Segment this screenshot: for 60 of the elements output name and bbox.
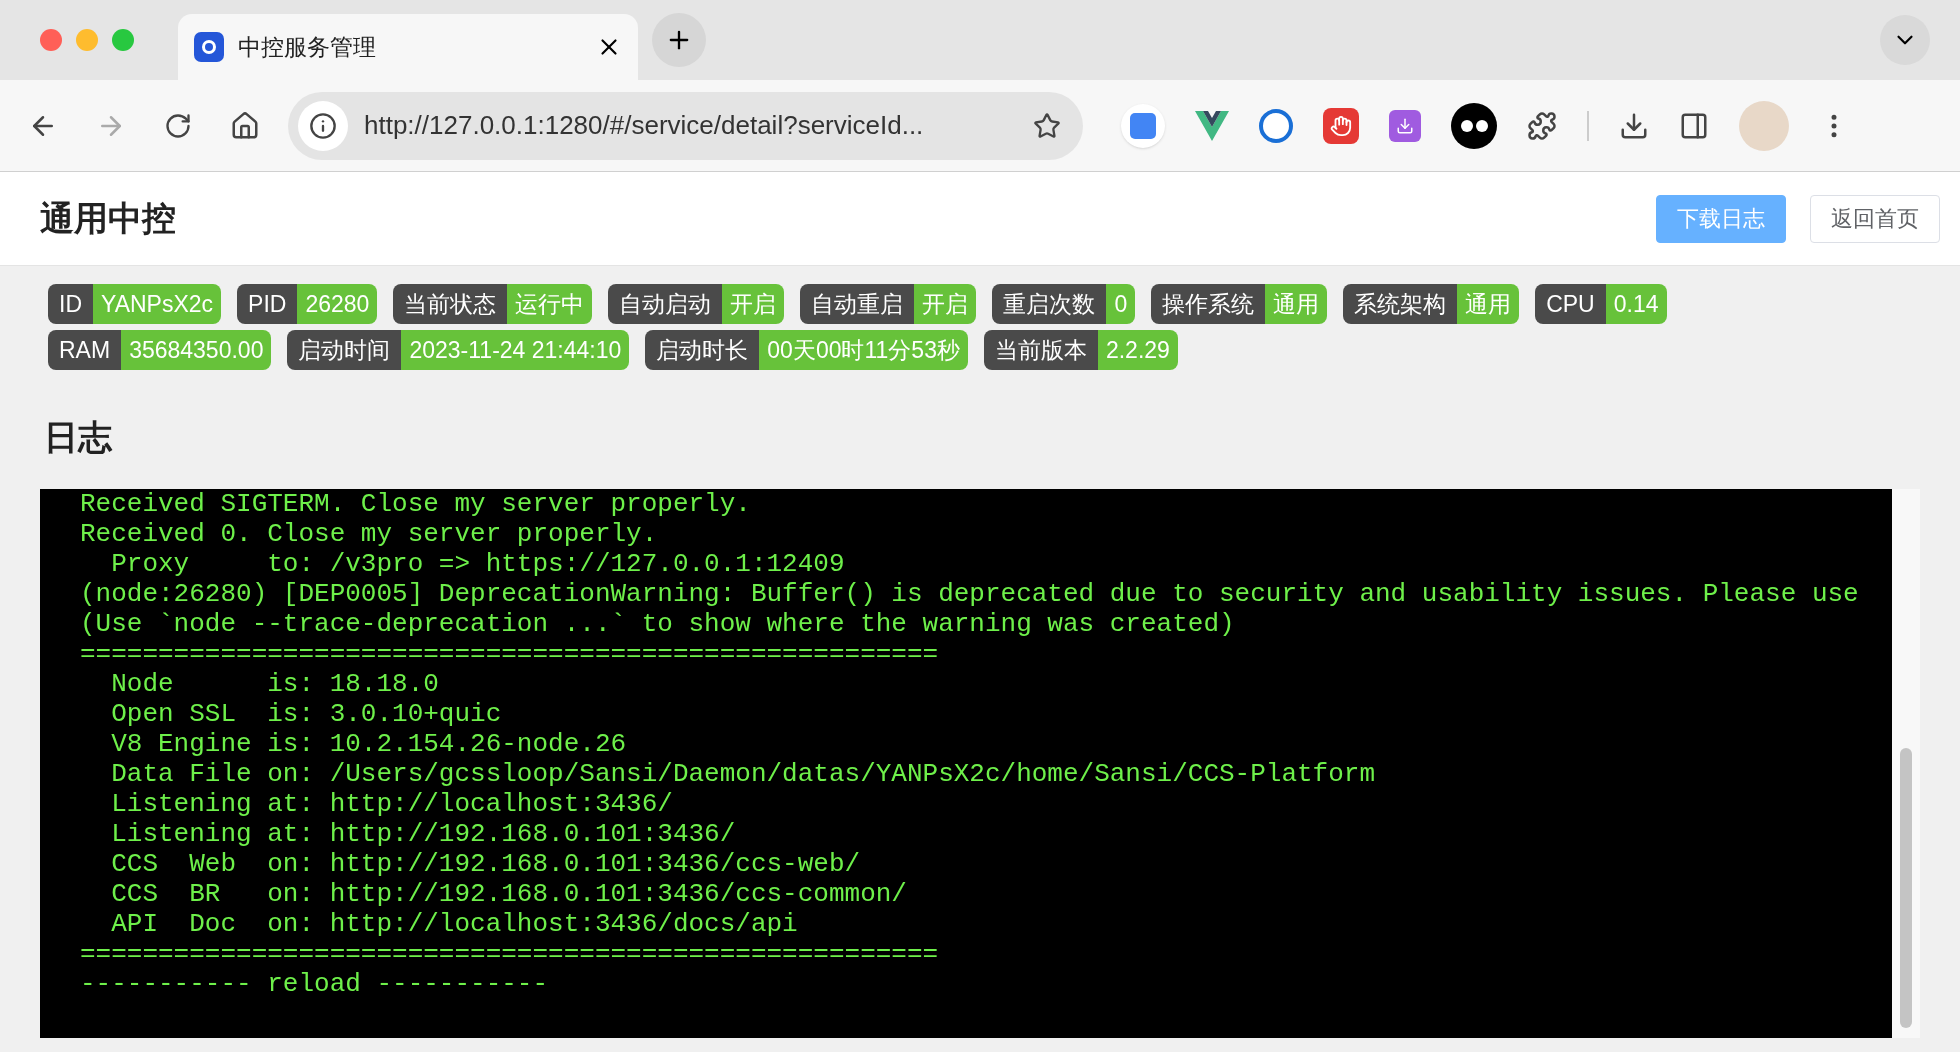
badge-label: PID bbox=[237, 284, 298, 324]
stop-hand-extension-icon[interactable] bbox=[1323, 107, 1359, 144]
badge-label: RAM bbox=[48, 330, 122, 370]
log-line: Open SSL is: 3.0.10+quic bbox=[110, 699, 503, 729]
log-line: CCS BR on: http://192.168.0.101:3436/ccs-common/ bbox=[110, 879, 908, 909]
log-line: Listening at: http://192.168.0.101:3436/ bbox=[110, 819, 737, 849]
badge-label: 自动重启 bbox=[800, 284, 915, 324]
badge-label: 启动时间 bbox=[287, 330, 402, 370]
home-icon[interactable] bbox=[230, 110, 260, 141]
badge-value: 开启 bbox=[914, 284, 977, 324]
badge-value: 35684350.00 bbox=[121, 330, 272, 370]
log-line: API Doc on: http://localhost:3436/docs/api bbox=[110, 909, 799, 939]
log-line: Received 0. Close my server properly. bbox=[80, 519, 659, 549]
address-bar[interactable]: http://127.0.0.1:1280/#/service/detail?serviceId... bbox=[288, 91, 1083, 160]
badge-label: 重启次数 bbox=[992, 284, 1107, 324]
badge-label: 启动时长 bbox=[645, 330, 760, 370]
download-extension-icon[interactable] bbox=[1389, 109, 1421, 142]
badge-value: 00天00时11分53秒 bbox=[759, 330, 968, 370]
log-line: Received SIGTERM. Close my server properly. bbox=[80, 489, 752, 519]
badge-label: ID bbox=[48, 284, 93, 324]
badge-label: 当前状态 bbox=[393, 284, 508, 324]
bookmark-star-icon[interactable] bbox=[1033, 111, 1061, 140]
scrollbar-thumb[interactable] bbox=[1900, 748, 1912, 1028]
log-line: Node is: 18.18.0 bbox=[110, 669, 440, 699]
badge-label: 当前版本 bbox=[983, 330, 1098, 370]
page-title: 通用中控 bbox=[40, 198, 176, 239]
log-line: Data File on: /Users/gcssloop/Sansi/Daemon/datas/YANPsX2c/home/Sansi/CCS-Platform bbox=[110, 759, 1376, 789]
badge-value: 2023-11-24 21:44:10 bbox=[401, 330, 630, 370]
log-line: ----------- reload ----------- bbox=[80, 969, 550, 999]
log-line: ======================================================= bbox=[80, 939, 940, 969]
badge-value: 通用 bbox=[1457, 284, 1520, 324]
log-section-title: 日志 bbox=[43, 417, 113, 458]
badge-value: 通用 bbox=[1265, 284, 1328, 324]
tab-title: 中控服务管理 bbox=[238, 32, 377, 62]
badge-label: 系统架构 bbox=[1343, 284, 1458, 324]
url-text: http://127.0.0.1:1280/#/service/detail?serviceId... bbox=[364, 109, 925, 142]
badge-value: YANPsX2c bbox=[93, 284, 222, 324]
badge-label: 操作系统 bbox=[1151, 284, 1266, 324]
site-info-icon[interactable] bbox=[298, 100, 348, 151]
badge-label: CPU bbox=[1535, 284, 1606, 324]
extensions-icon[interactable] bbox=[1527, 110, 1557, 141]
log-line: (node:26280) [DEP0005] DeprecationWarning: Buffer() is deprecated due to security and usability issues. Please use bbox=[80, 579, 1860, 609]
badge-value: 开启 bbox=[722, 284, 785, 324]
badge-value: 0.14 bbox=[1605, 284, 1667, 324]
log-line: Listening at: http://localhost:3436/ bbox=[110, 789, 674, 819]
log-line: V8 Engine is: 10.2.154.26-node.26 bbox=[110, 729, 628, 759]
badge-value: 0 bbox=[1106, 284, 1136, 324]
log-line: ======================================================= bbox=[80, 639, 940, 669]
badge-value: 运行中 bbox=[507, 284, 593, 324]
v-logo-icon[interactable] bbox=[1195, 110, 1229, 141]
badge-value: 2.2.29 bbox=[1097, 330, 1178, 370]
reload-icon[interactable] bbox=[164, 111, 192, 140]
browser-tab[interactable]: 中控服务管理 bbox=[178, 14, 638, 80]
site-logo-icon bbox=[194, 32, 224, 62]
log-line: Proxy to: /v3pro => https://127.0.0.1:12409 bbox=[110, 549, 846, 579]
log-line: CCS Web on: http://192.168.0.101:3436/ccs-web/ bbox=[110, 849, 862, 879]
badge-label: 自动启动 bbox=[608, 284, 723, 324]
log-line: (Use `node --trace-deprecation ...` to show where the warning was created) bbox=[80, 609, 1236, 639]
badge-value: 26280 bbox=[297, 284, 378, 324]
header-button[interactable]: 返回首页 bbox=[1810, 194, 1940, 243]
